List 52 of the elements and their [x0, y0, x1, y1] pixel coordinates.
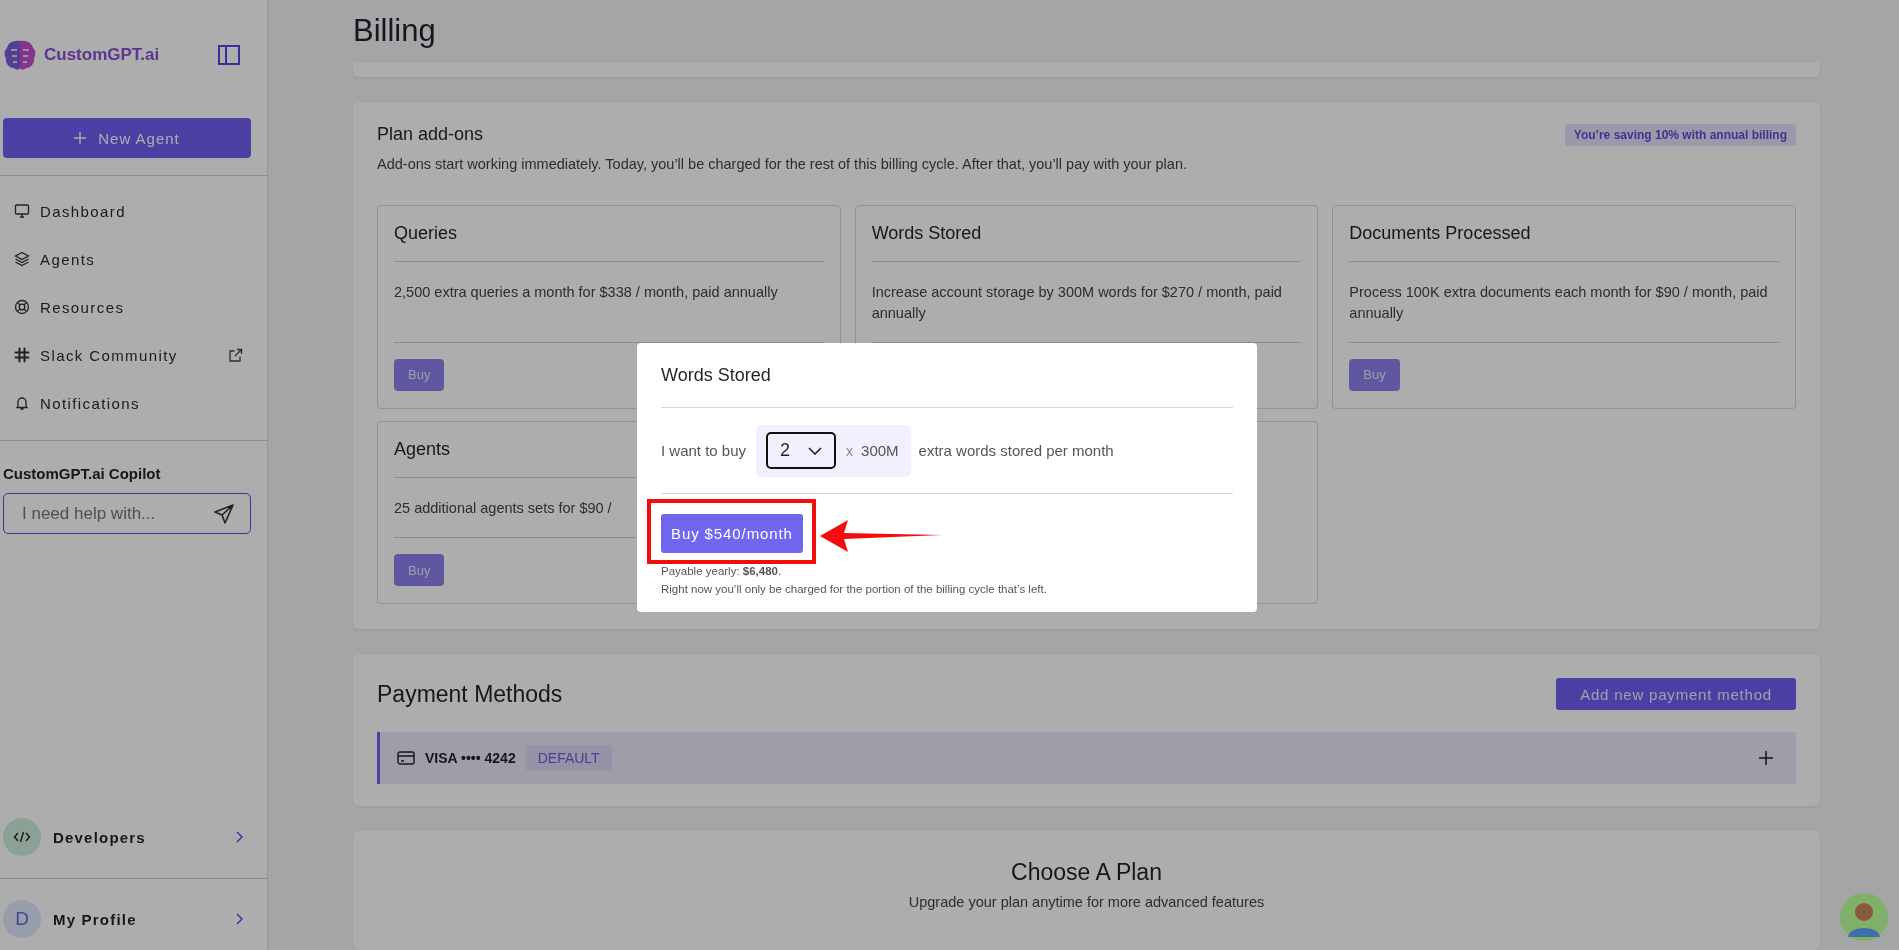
plus-icon [74, 131, 87, 144]
new-agent-button[interactable]: New Agent [3, 118, 251, 158]
chevron-right-icon [235, 831, 243, 843]
dialog-title: Words Stored [661, 343, 1233, 408]
code-icon [3, 818, 41, 856]
section-title: Choose A Plan [1010, 859, 1163, 886]
developers-item[interactable]: Developers [0, 813, 267, 861]
section-description: Add-ons start working immediately. Today, you’ll be charged for the rest of this billing cycle. After that, you’ll pay with your plan. [377, 155, 1188, 172]
default-badge: DEFAULT [525, 745, 612, 771]
nav-item[interactable]: Slack Community [0, 331, 267, 379]
logo-text: CustomGPT.ai [44, 45, 160, 65]
section-subtitle: Upgrade your plan anytime for more advanced features [907, 894, 1266, 910]
brain-logo-icon [3, 38, 37, 72]
plus-icon[interactable] [1758, 750, 1774, 766]
addon-title: Queries [394, 205, 824, 262]
sidebar-toggle-icon[interactable] [218, 45, 240, 65]
bell-icon [14, 395, 30, 411]
page-title: Billing [353, 11, 437, 50]
buy-button[interactable]: Buy $540/month [661, 514, 803, 553]
saving-badge: You’re saving 10% with annual billing [1564, 123, 1796, 146]
addon-description: Process 100K extra documents each month for $90 / month, paid annually [1349, 261, 1779, 343]
external-link-icon [228, 347, 243, 363]
quantity-select[interactable]: 2 [766, 432, 837, 469]
copilot-input-field[interactable]: I need help with... [3, 493, 251, 534]
monitor-icon [14, 203, 30, 219]
dialog-text: extra words stored per month [918, 442, 1114, 459]
payable-text: Payable yearly: $6,480. [661, 564, 783, 579]
layers-icon [14, 251, 30, 267]
multiply-sign: x [846, 442, 854, 459]
addon-description: 2,500 extra queries a month for $338 / month, paid annually [394, 261, 824, 343]
nav-item[interactable]: Dashboard [0, 187, 267, 235]
addon-title: Documents Processed [1349, 205, 1779, 262]
dialog-text: I want to buy [661, 442, 747, 459]
profile-item[interactable]: D My Profile [0, 895, 267, 943]
lifebuoy-icon [14, 299, 30, 315]
credit-card-icon [397, 751, 415, 765]
nav-item[interactable]: Resources [0, 283, 267, 331]
unit-text: 300M [861, 442, 899, 459]
profile-initial: D [3, 900, 41, 938]
billing-note: Right now you’ll only be charged for the portion of the billing cycle that’s left. [661, 581, 1048, 597]
chevron-right-icon [235, 913, 243, 925]
nav-item[interactable]: Notifications [0, 379, 267, 427]
addon-title: Words Stored [871, 205, 1302, 262]
card-label: VISA •••• 4242 [425, 750, 516, 766]
payment-method-row[interactable]: VISA •••• 4242 DEFAULT [377, 732, 1796, 784]
copilot-title: CustomGPT.ai Copilot [2, 464, 162, 482]
addon-description: Increase account storage by 300M words for $270 / month, paid annually [871, 261, 1302, 343]
section-title: Payment Methods [377, 680, 563, 708]
section-title: Plan add-ons [377, 124, 484, 146]
nav-item[interactable]: Agents [0, 235, 267, 283]
chevron-down-icon [808, 446, 823, 455]
send-icon[interactable] [213, 503, 235, 525]
